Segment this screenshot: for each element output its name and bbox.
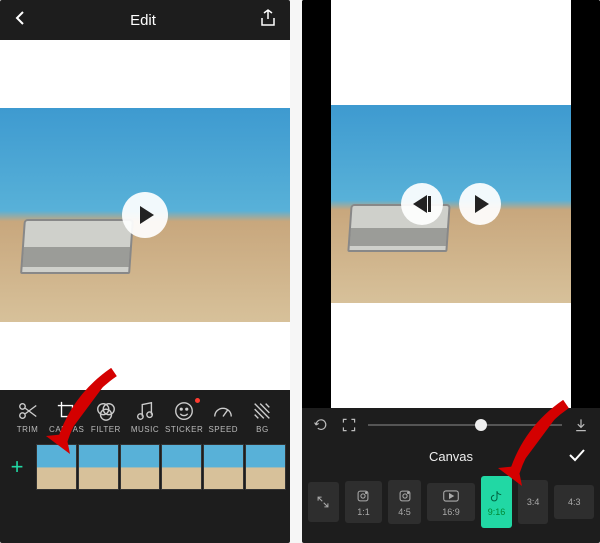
scrubber-thumb[interactable] bbox=[475, 419, 487, 431]
tool-label: CANVAS bbox=[49, 425, 84, 434]
fullscreen-button[interactable] bbox=[340, 416, 358, 434]
musically-icon bbox=[489, 488, 505, 504]
page-title: Edit bbox=[130, 12, 156, 29]
download-button[interactable] bbox=[572, 416, 590, 434]
scrubber-bar bbox=[302, 408, 600, 442]
tool-label: BG bbox=[256, 425, 269, 434]
screen-edit: Edit TRIM CANVAS FILTER bbox=[0, 0, 290, 543]
instagram-icon bbox=[355, 488, 371, 504]
letterbox-top bbox=[0, 40, 290, 108]
video-frame[interactable] bbox=[331, 105, 571, 303]
ratio-free[interactable] bbox=[308, 482, 339, 522]
back-button[interactable] bbox=[14, 10, 26, 30]
top-bar: Edit bbox=[0, 0, 290, 40]
instagram-icon bbox=[397, 488, 413, 504]
play-icon bbox=[140, 206, 154, 224]
letterbox-bottom bbox=[0, 322, 290, 390]
tool-label: MUSIC bbox=[131, 425, 159, 434]
play-button[interactable] bbox=[459, 183, 501, 225]
timeline-frame bbox=[161, 444, 202, 490]
screen-canvas: Canvas 1:1 4:5 16:9 9:16 bbox=[302, 0, 600, 543]
ratio-3-4[interactable]: 3:4 bbox=[518, 480, 549, 524]
confirm-button[interactable] bbox=[568, 446, 586, 467]
undo-button[interactable] bbox=[312, 416, 330, 434]
ratio-label: 3:4 bbox=[527, 497, 540, 507]
expand-icon bbox=[315, 494, 331, 510]
tool-speed[interactable]: SPEED bbox=[205, 400, 241, 434]
tool-label: STICKER bbox=[165, 425, 203, 434]
ratio-label: 16:9 bbox=[442, 507, 460, 517]
ratio-16-9[interactable]: 16:9 bbox=[427, 483, 476, 521]
timeline-frame bbox=[78, 444, 119, 490]
timeline-frame bbox=[245, 444, 286, 490]
video-preview bbox=[302, 0, 600, 408]
ratio-4-5[interactable]: 4:5 bbox=[388, 480, 420, 524]
smiley-icon bbox=[173, 400, 195, 422]
timeline-frame bbox=[120, 444, 161, 490]
canvas-panel-header: Canvas bbox=[302, 442, 600, 470]
letterbox-bottom bbox=[331, 303, 571, 408]
share-button[interactable] bbox=[260, 9, 276, 31]
play-button[interactable] bbox=[122, 192, 168, 238]
music-icon bbox=[134, 400, 156, 422]
ratio-label: 1:1 bbox=[357, 507, 370, 517]
texture-icon bbox=[251, 400, 273, 422]
tool-sticker[interactable]: STICKER bbox=[166, 400, 202, 434]
video-frame[interactable] bbox=[0, 108, 290, 322]
tool-bar: TRIM CANVAS FILTER MUSIC STICKER SPEED bbox=[0, 390, 290, 438]
timeline-frame bbox=[203, 444, 244, 490]
crop-icon bbox=[56, 400, 78, 422]
filter-icon bbox=[95, 400, 117, 422]
tool-canvas[interactable]: CANVAS bbox=[49, 400, 85, 434]
aspect-ratio-row: 1:1 4:5 16:9 9:16 3:4 4:3 bbox=[302, 470, 600, 538]
play-icon bbox=[475, 195, 489, 213]
prev-icon bbox=[413, 195, 427, 213]
video-preview bbox=[0, 40, 290, 390]
tool-music[interactable]: MUSIC bbox=[127, 400, 163, 434]
scene-object bbox=[20, 219, 134, 274]
ratio-label: 4:5 bbox=[398, 507, 411, 517]
ratio-9-16[interactable]: 9:16 bbox=[481, 476, 512, 528]
canvas-title: Canvas bbox=[429, 449, 473, 464]
tool-label: FILTER bbox=[91, 425, 121, 434]
tool-label: TRIM bbox=[17, 425, 39, 434]
scissors-icon bbox=[17, 400, 39, 422]
letterbox-top bbox=[331, 0, 571, 105]
tool-label: SPEED bbox=[208, 425, 238, 434]
ratio-label: 9:16 bbox=[488, 507, 506, 517]
add-clip-button[interactable]: + bbox=[4, 454, 30, 480]
tool-filter[interactable]: FILTER bbox=[88, 400, 124, 434]
ratio-1-1[interactable]: 1:1 bbox=[345, 481, 383, 523]
scrubber-track[interactable] bbox=[368, 424, 562, 426]
youtube-icon bbox=[443, 488, 459, 504]
timeline-strip[interactable] bbox=[36, 444, 286, 490]
canvas-9-16-frame bbox=[331, 0, 571, 408]
timeline: + bbox=[0, 438, 290, 496]
prev-button[interactable] bbox=[401, 183, 443, 225]
ratio-label: 4:3 bbox=[568, 497, 581, 507]
tool-bg[interactable]: BG bbox=[244, 400, 280, 434]
tool-trim[interactable]: TRIM bbox=[10, 400, 46, 434]
ratio-4-3[interactable]: 4:3 bbox=[554, 485, 594, 519]
timeline-frame bbox=[36, 444, 77, 490]
gauge-icon bbox=[212, 400, 234, 422]
